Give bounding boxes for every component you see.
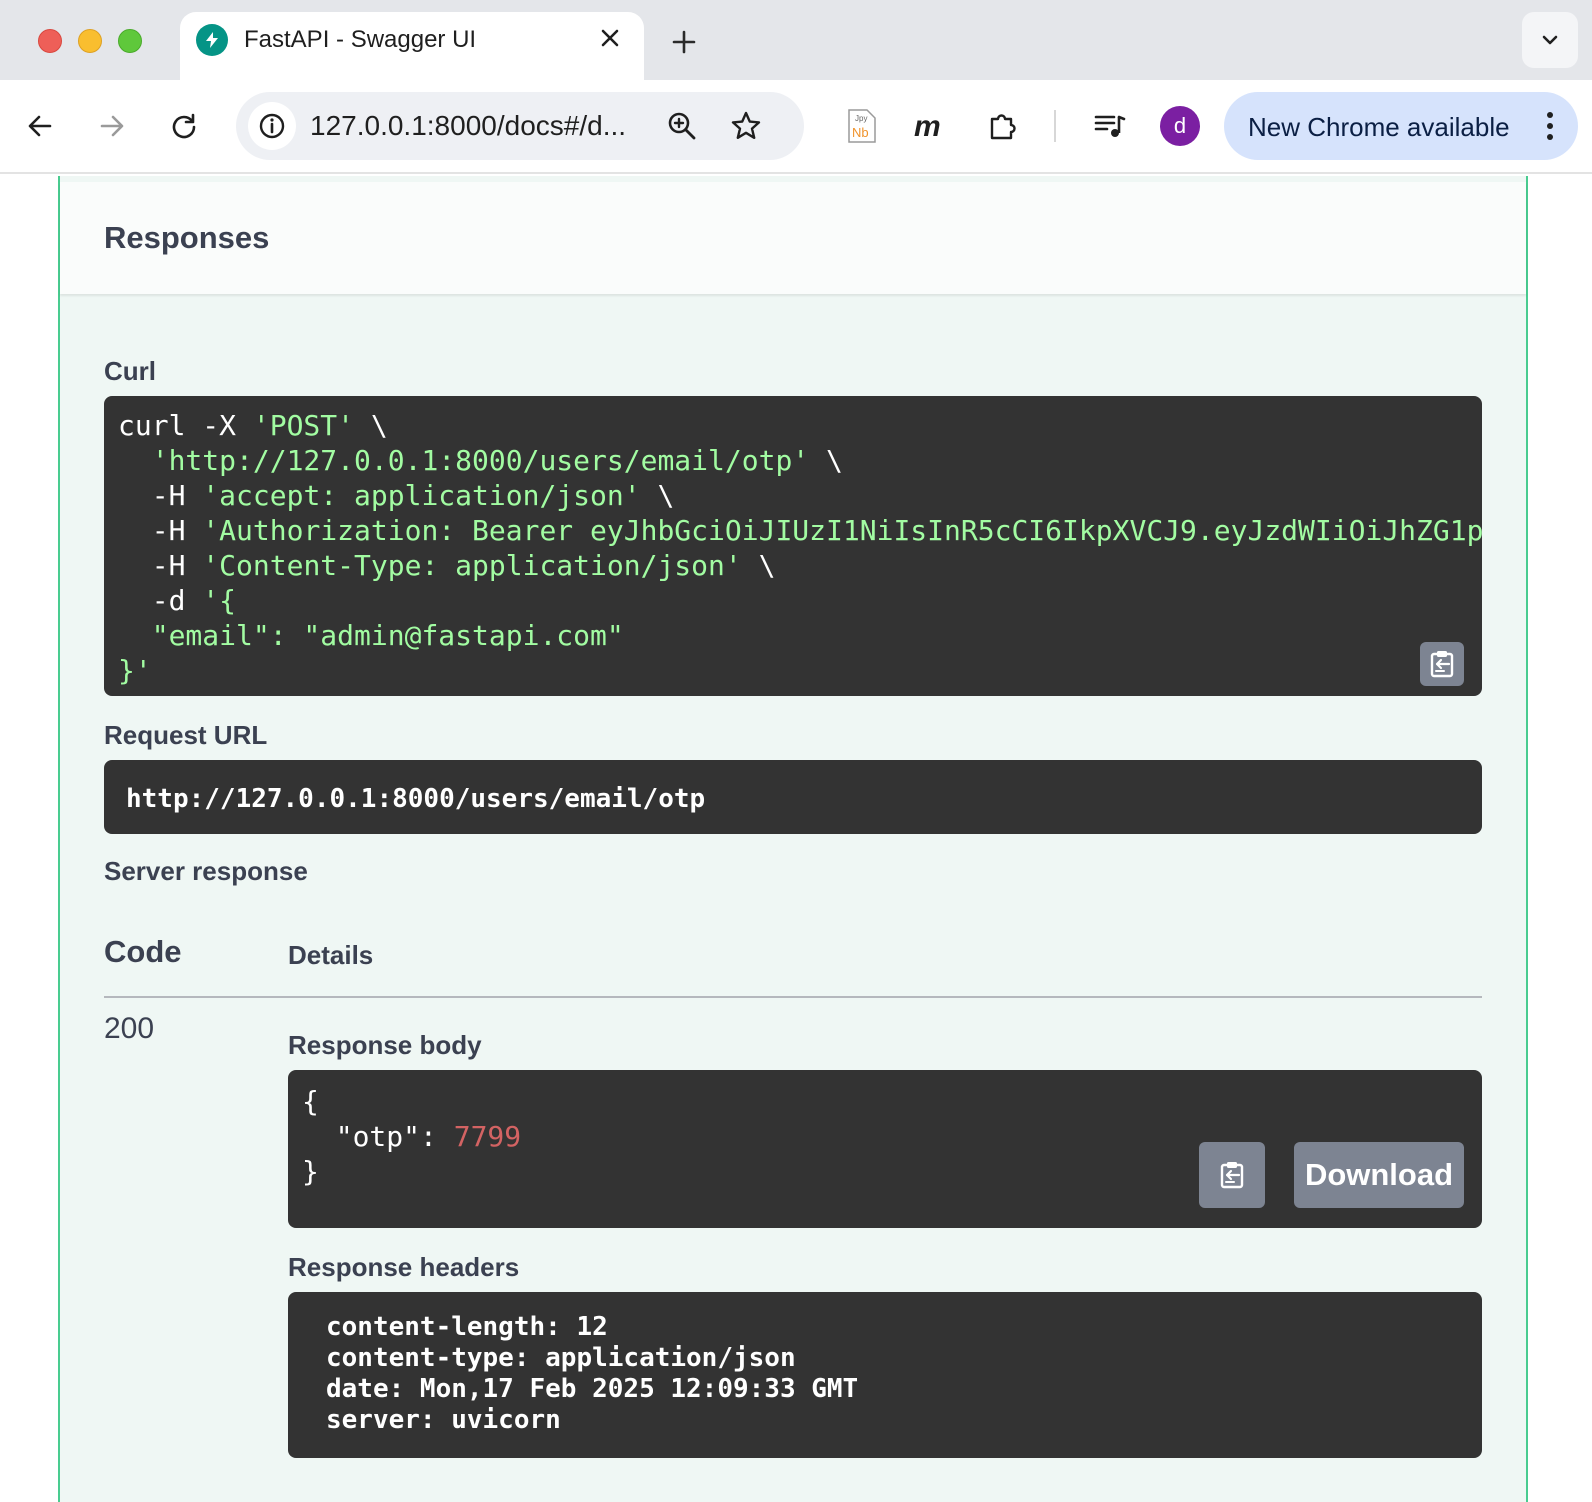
m-extension-icon[interactable]: m [910,106,950,146]
curl-str-segment: }' [118,654,152,687]
curl-str-segment: 'POST' [252,409,355,442]
curl-tail-segment: \ [809,444,843,477]
curl-str-segment: 'Authorization: Bearer eyJhbGciOiJIUzI1N… [202,514,1482,547]
download-button[interactable]: Download [1294,1142,1464,1208]
fastapi-favicon-icon [196,24,228,56]
curl-line: 'http://127.0.0.1:8000/users/email/otp' … [118,444,843,477]
new-chrome-available-button[interactable]: New Chrome available [1224,92,1578,160]
new-tab-plus-icon[interactable] [664,22,704,62]
back-arrow-icon[interactable] [20,106,60,146]
zoom-icon[interactable] [662,106,702,146]
response-status-code: 200 [104,1012,155,1045]
curl-line: -H 'accept: application/json' \ [118,479,675,512]
response-copy-icon[interactable] [1199,1142,1265,1208]
curl-plain-segment: -H [118,514,203,547]
curl-plain-segment: -d [118,584,203,617]
header-line: date: Mon,17 Feb 2025 12:09:33 GMT [326,1374,859,1404]
curl-str-segment: '{ [202,584,237,617]
curl-plain-segment [118,619,152,652]
svg-text:Jpy: Jpy [855,114,867,123]
tab-fastapi-swagger[interactable]: FastAPI - Swagger UI [180,12,644,80]
tab-close-icon[interactable] [592,20,628,56]
curl-command: curl -X 'POST' \ 'http://127.0.0.1:8000/… [118,408,1482,688]
curl-plain-segment [118,444,152,477]
forward-arrow-icon[interactable] [92,106,132,146]
close-window-button[interactable] [38,29,62,53]
curl-line: }' [118,654,152,687]
header-line: server: uvicorn [326,1405,561,1435]
server-response-label: Server response [104,856,308,886]
address-bar[interactable]: 127.0.0.1:8000/docs#/d... [236,92,804,160]
jupyter-notebook-icon[interactable]: Jpy Nb [842,106,882,146]
header-line: content-type: application/json [326,1343,796,1373]
curl-line: -d '{ [118,584,236,617]
json-close-brace: } [302,1155,319,1188]
swagger-page: Responses Curl curl -X 'POST' \ 'http://… [0,176,1592,1502]
curl-plain-segment: -H [118,479,203,512]
kebab-menu-icon[interactable] [1534,106,1566,146]
minimize-window-button[interactable] [78,29,102,53]
response-body-json: { "otp": 7799 } [302,1084,521,1189]
toolbar-divider [1054,110,1056,142]
post-operation-block: Responses Curl curl -X 'POST' \ 'http://… [58,176,1528,1502]
curl-tail-segment: \ [640,479,675,512]
json-key-otp: "otp": [302,1120,454,1153]
curl-line: -H 'Content-Type: application/json' \ [118,549,776,582]
curl-plain-segment: -H [118,549,203,582]
svg-text:m: m [914,112,941,140]
response-body-block: { "otp": 7799 } Download [288,1070,1482,1228]
json-value-otp: 7799 [453,1120,522,1153]
reload-icon[interactable] [164,106,204,146]
curl-code-block: curl -X 'POST' \ 'http://127.0.0.1:8000/… [104,396,1482,696]
curl-copy-icon[interactable] [1420,642,1464,686]
tab-title: FastAPI - Swagger UI [244,26,477,53]
star-icon[interactable] [726,106,766,146]
tab-search-chevron-down-icon[interactable] [1522,12,1578,68]
url-text[interactable]: 127.0.0.1:8000/docs#/d... [310,110,650,142]
header-line: content-length: 12 [326,1312,608,1342]
maximize-window-button[interactable] [118,29,142,53]
svg-text:Nb: Nb [852,125,869,140]
curl-str-segment: 'http://127.0.0.1:8000/users/email/otp' [151,444,810,477]
update-label: New Chrome available [1248,112,1510,142]
tab-strip: FastAPI - Swagger UI [0,0,1592,80]
curl-line: "email": "admin@fastapi.com" [118,619,624,652]
curl-line: curl -X 'POST' \ [118,409,388,442]
curl-label: Curl [104,356,156,386]
curl-line: -H 'Authorization: Bearer eyJhbGciOiJIUz… [118,514,1482,547]
responses-title: Responses [104,220,270,255]
response-body-label: Response body [288,1030,482,1060]
request-url-block: http://127.0.0.1:8000/users/email/otp [104,760,1482,834]
media-control-icon[interactable] [1090,106,1130,146]
curl-plain-segment: curl -X [118,409,253,442]
responses-header: Responses [60,182,1526,294]
response-headers-label: Response headers [288,1252,520,1282]
json-open-brace: { [302,1085,319,1118]
request-url-value: http://127.0.0.1:8000/users/email/otp [126,784,706,814]
profile-avatar[interactable]: d [1160,106,1200,146]
curl-str-segment: 'Content-Type: application/json' [202,549,742,582]
curl-tail-segment: \ [354,409,388,442]
response-headers-text: content-length: 12 content-type: applica… [326,1312,858,1436]
curl-str-segment: "email": "admin@fastapi.com" [151,619,624,652]
response-headers-block: content-length: 12 content-type: applica… [288,1292,1482,1458]
site-info-icon[interactable] [248,102,296,150]
code-column-header: Code [104,934,182,969]
curl-tail-segment: \ [741,549,776,582]
curl-str-segment: 'accept: application/json' [202,479,641,512]
request-url-label: Request URL [104,720,268,750]
details-column-header: Details [288,940,374,970]
table-header-rule [104,996,1482,998]
puzzle-icon[interactable] [982,106,1022,146]
